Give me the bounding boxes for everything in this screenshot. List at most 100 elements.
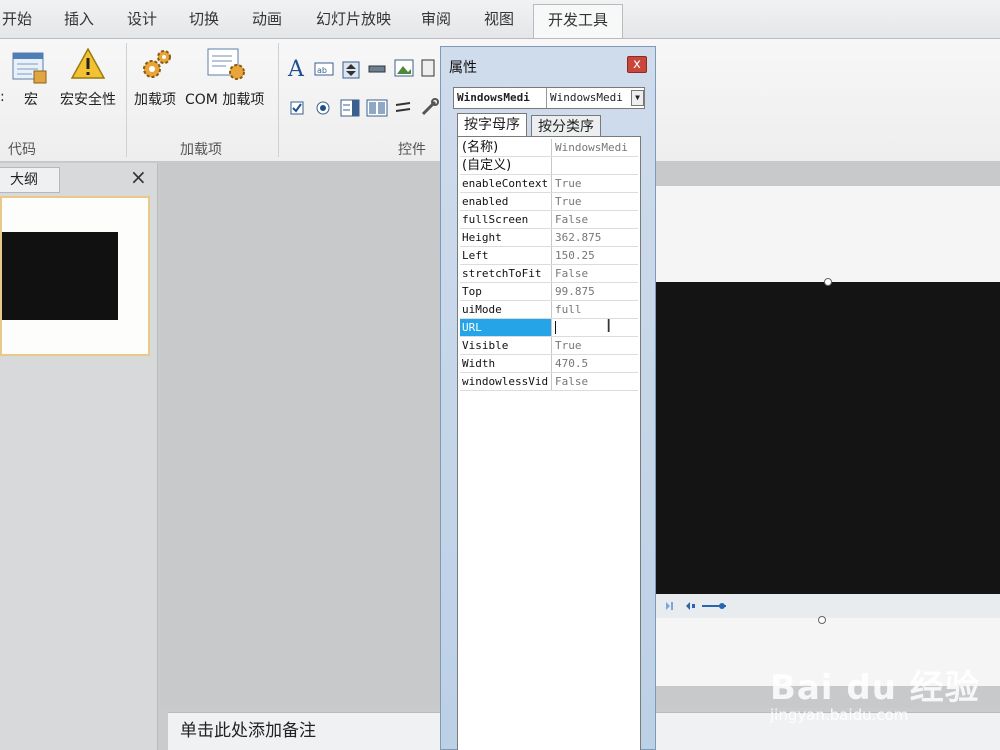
tab-slideshow[interactable]: 幻灯片放映 [316,6,391,32]
property-name: fullScreen [460,211,552,228]
object-type: WindowsMedi [546,88,628,108]
svg-text:ab: ab [317,66,327,75]
property-value[interactable]: 99.875 [553,283,637,300]
property-value[interactable]: False [553,211,637,228]
addins-button[interactable]: 加载项 [134,89,176,109]
property-value[interactable]: True [553,337,637,354]
media-player-controls-bar [652,594,1000,618]
tab-alphabetic[interactable]: 按字母序 [457,113,527,137]
tab-categorized[interactable]: 按分类序 [531,115,601,137]
property-name: Left [460,247,552,264]
property-value[interactable]: True [553,193,637,210]
text-cursor-icon: I [606,316,612,337]
textbox-control-icon[interactable]: ab [314,61,334,77]
property-name: URL [460,319,552,336]
property-value[interactable] [553,157,637,174]
com-addins-button[interactable]: COM 加载项 [185,89,264,109]
property-row[interactable]: fullScreen False [460,211,638,229]
tab-insert[interactable]: 插入 [64,6,94,32]
tab-home[interactable]: 开始 [2,6,32,32]
properties-window: 属性 x WindowsMedi WindowsMedi ▼ 按字母序 按分类序… [440,46,656,750]
property-name: stretchToFit [460,265,552,282]
property-name: enableContext [460,175,552,192]
image-control-icon[interactable] [394,59,414,77]
close-button[interactable]: x [627,56,647,73]
tab-developer[interactable]: 开发工具 [533,4,624,38]
property-value[interactable]: full [553,301,637,318]
property-name: Height [460,229,552,246]
ribbon-tab-bar: 开始 插入 设计 切换 动画 幻灯片放映 审阅 视图 开发工具 [0,0,1000,38]
tab-design[interactable]: 设计 [127,6,157,32]
property-row[interactable]: stretchToFit False [460,265,638,283]
resize-handle[interactable] [824,278,832,286]
property-value[interactable]: 150.25 [553,247,637,264]
url-value-input[interactable] [553,319,637,336]
slide-thumbnail[interactable] [0,196,150,356]
tab-review[interactable]: 审阅 [421,6,451,32]
combobox-control-icon[interactable] [340,99,360,117]
macro-icon [12,52,47,84]
macro-security-button[interactable]: 宏安全性 [60,89,116,109]
property-name: Visible [460,337,552,354]
property-value[interactable]: 470.5 [553,355,637,372]
frame-control-icon[interactable] [394,99,412,117]
property-name: windowlessVid [460,373,552,390]
property-name: (自定义) [460,157,552,174]
close-icon[interactable]: × [130,165,147,189]
object-selector[interactable]: WindowsMedi WindowsMedi ▼ [453,87,645,109]
controls-group-label: 控件 [398,142,426,158]
code-group-label: 代码 [8,142,36,158]
toggle-control-icon[interactable] [420,59,436,77]
label-control-icon[interactable]: A [288,57,304,82]
property-row[interactable]: enableContext True [460,175,638,193]
object-name: WindowsMedi [457,91,530,104]
property-value[interactable]: False [553,265,637,282]
baidu-watermark-url: jingyan.baidu.com [770,706,909,724]
tab-view[interactable]: 视图 [484,6,514,32]
baidu-watermark: Bai du 经验 [770,668,980,708]
group-separator [126,43,127,157]
tab-animations[interactable]: 动画 [252,6,282,32]
property-name: (名称) [460,139,552,156]
warning-icon [70,47,106,79]
radio-control-icon[interactable] [316,101,330,115]
scrollbar-control-icon[interactable] [368,63,386,75]
com-addins-icon [207,48,245,80]
group-separator [278,43,279,157]
player-controls-icon [666,602,726,610]
property-row[interactable]: Visible True [460,337,638,355]
property-value[interactable]: False [553,373,637,390]
macro-label-edge: ⁠: [0,89,5,105]
resize-handle[interactable] [818,616,826,624]
tab-outline[interactable]: 大纲 [0,167,60,193]
media-player-control[interactable] [652,282,1000,594]
property-name: enabled [460,193,552,210]
property-row[interactable]: Left 150.25 [460,247,638,265]
property-name: Width [460,355,552,372]
property-value[interactable]: True [553,175,637,192]
property-row[interactable]: windowlessVid False [460,373,638,391]
property-row[interactable]: (自定义) [460,157,638,175]
listbox-control-icon[interactable] [366,99,388,117]
property-row[interactable]: Height 362.875 [460,229,638,247]
property-name: Top [460,283,552,300]
spinbutton-control-icon[interactable] [342,61,360,79]
chevron-down-icon[interactable]: ▼ [631,90,644,106]
gear-icon [143,50,171,78]
checkbox-control-icon[interactable] [290,101,304,115]
property-row[interactable]: Top 99.875 [460,283,638,301]
property-value[interactable]: WindowsMedi [553,139,637,156]
property-row[interactable]: Width 470.5 [460,355,638,373]
property-value[interactable]: 362.875 [553,229,637,246]
property-name: uiMode [460,301,552,318]
more-controls-icon[interactable] [420,97,440,117]
thumbnail-video [2,232,118,320]
properties-title: 属性 [449,60,477,76]
macro-button[interactable]: 宏 [24,89,38,109]
text-caret [555,321,556,334]
tab-transitions[interactable]: 切换 [189,6,219,32]
property-grid: (名称) WindowsMedi (自定义) enableContext Tru… [457,136,641,750]
property-row[interactable]: enabled True [460,193,638,211]
property-row[interactable]: (名称) WindowsMedi [460,139,638,157]
addins-group-label: 加载项 [180,142,222,158]
